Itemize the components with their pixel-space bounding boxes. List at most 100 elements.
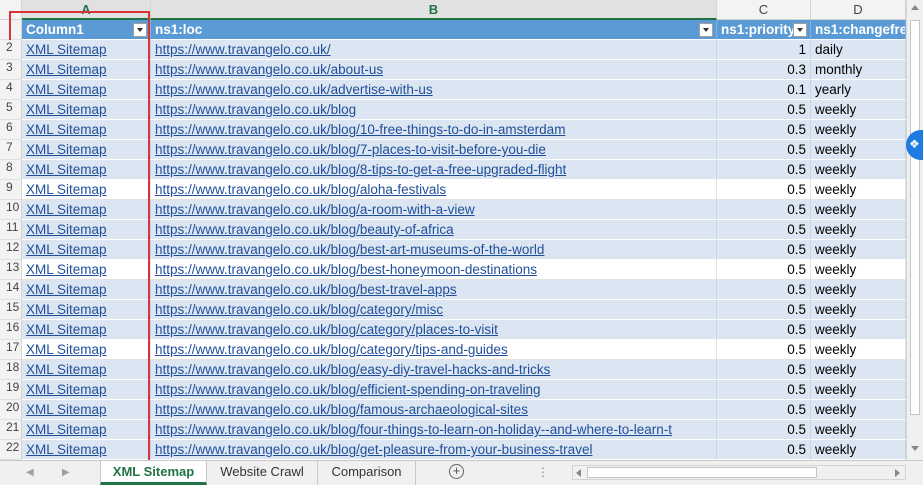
tab-scroll-right-icon[interactable]: ▶ [62,467,72,479]
row-header[interactable]: 15 [0,300,22,320]
row-header[interactable]: 13 [0,260,22,280]
row-header[interactable]: 2 [0,40,22,60]
cell-changefreq[interactable]: weekly [811,280,906,300]
row-header[interactable]: 7 [0,140,22,160]
cell-column1[interactable]: XML Sitemap [22,280,151,300]
cell-changefreq[interactable]: weekly [811,180,906,200]
cell-changefreq[interactable]: weekly [811,260,906,280]
cell-column1[interactable]: XML Sitemap [22,320,151,340]
cell-priority[interactable]: 0.5 [717,300,811,320]
scroll-right-icon[interactable] [895,469,900,477]
cell-priority[interactable]: 0.5 [717,220,811,240]
cell-changefreq[interactable]: weekly [811,320,906,340]
cell-priority[interactable]: 0.5 [717,240,811,260]
select-all-corner[interactable] [0,0,22,20]
cell-column1[interactable]: XML Sitemap [22,160,151,180]
row-header[interactable]: 10 [0,200,22,220]
row-header[interactable]: 16 [0,320,22,340]
sort-filter-icon[interactable] [699,23,713,37]
scroll-down-icon[interactable] [911,446,919,451]
cell-loc-link[interactable]: https://www.travangelo.co.uk/blog/get-pl… [151,440,717,460]
cell-loc-link[interactable]: https://www.travangelo.co.uk/blog/best-t… [151,280,717,300]
cell-column1[interactable]: XML Sitemap [22,120,151,140]
table-header-priority[interactable]: ns1:priority [717,20,811,40]
cell-column1[interactable]: XML Sitemap [22,40,151,60]
cell-changefreq[interactable]: weekly [811,140,906,160]
row-header[interactable]: 6 [0,120,22,140]
cell-loc-link[interactable]: https://www.travangelo.co.uk/blog/best-a… [151,240,717,260]
row-header[interactable]: 3 [0,60,22,80]
cell-column1[interactable]: XML Sitemap [22,300,151,320]
cell-priority[interactable]: 0.1 [717,80,811,100]
cell-column1[interactable]: XML Sitemap [22,80,151,100]
row-header[interactable]: 21 [0,420,22,440]
column-header-d[interactable]: D [811,0,906,20]
column-header-c[interactable]: C [717,0,811,20]
cell-priority[interactable]: 0.5 [717,340,811,360]
cell-changefreq[interactable]: weekly [811,100,906,120]
table-header-column1[interactable]: Column1 [22,20,151,40]
cell-changefreq[interactable]: weekly [811,340,906,360]
cell-loc-link[interactable]: https://www.travangelo.co.uk/advertise-w… [151,80,717,100]
cell-changefreq[interactable]: weekly [811,160,906,180]
scroll-left-icon[interactable] [576,469,581,477]
tabbar-splitter[interactable]: ⋮ [537,465,550,479]
cell-loc-link[interactable]: https://www.travangelo.co.uk/blog/10-fre… [151,120,717,140]
row-header[interactable]: 19 [0,380,22,400]
cell-loc-link[interactable]: https://www.travangelo.co.uk/blog/7-plac… [151,140,717,160]
tab-website-crawl[interactable]: Website Crawl [207,461,318,485]
horizontal-scrollbar[interactable] [572,465,906,480]
horizontal-scroll-thumb[interactable] [587,467,817,478]
cell-column1[interactable]: XML Sitemap [22,220,151,240]
cell-priority[interactable]: 0.5 [717,120,811,140]
row-header[interactable]: 18 [0,360,22,380]
cell-loc-link[interactable]: https://www.travangelo.co.uk/blog/famous… [151,400,717,420]
cell-column1[interactable]: XML Sitemap [22,440,151,460]
cell-changefreq[interactable]: daily [811,40,906,60]
scroll-up-icon[interactable] [911,5,919,10]
cell-column1[interactable]: XML Sitemap [22,400,151,420]
table-header-changefreq[interactable]: ns1:changefre [811,20,906,40]
cell-column1[interactable]: XML Sitemap [22,420,151,440]
row-header[interactable]: 14 [0,280,22,300]
cell-column1[interactable]: XML Sitemap [22,340,151,360]
cell-loc-link[interactable]: https://www.travangelo.co.uk/blog/best-h… [151,260,717,280]
cell-loc-link[interactable]: https://www.travangelo.co.uk/blog/a-room… [151,200,717,220]
row-header[interactable]: 11 [0,220,22,240]
plus-circle-icon[interactable]: + [449,464,464,479]
cell-loc-link[interactable]: https://www.travangelo.co.uk/about-us [151,60,717,80]
cell-loc-link[interactable]: https://www.travangelo.co.uk/blog/aloha-… [151,180,717,200]
cell-priority[interactable]: 0.5 [717,260,811,280]
cell-priority[interactable]: 0.3 [717,60,811,80]
row-header[interactable]: 22 [0,440,22,460]
tab-scroll-left-icon[interactable]: ◀ [26,467,36,479]
cell-loc-link[interactable]: https://www.travangelo.co.uk/blog/four-t… [151,420,717,440]
cell-changefreq[interactable]: weekly [811,440,906,460]
cell-column1[interactable]: XML Sitemap [22,60,151,80]
cell-column1[interactable]: XML Sitemap [22,180,151,200]
column-header-b[interactable]: B [151,0,717,20]
row-header[interactable]: 8 [0,160,22,180]
cell-column1[interactable]: XML Sitemap [22,240,151,260]
cell-priority[interactable]: 0.5 [717,360,811,380]
cell-priority[interactable]: 0.5 [717,140,811,160]
cell-column1[interactable]: XML Sitemap [22,200,151,220]
cell-loc-link[interactable]: https://www.travangelo.co.uk/blog/catego… [151,300,717,320]
cell-column1[interactable]: XML Sitemap [22,260,151,280]
tab-xml-sitemap[interactable]: XML Sitemap [100,461,207,485]
cell-priority[interactable]: 0.5 [717,320,811,340]
cell-loc-link[interactable]: https://www.travangelo.co.uk/blog/catego… [151,340,717,360]
vertical-scroll-thumb[interactable] [910,20,920,415]
tab-comparison[interactable]: Comparison [318,461,416,485]
filter-dropdown-icon[interactable] [793,23,807,37]
column-header-a[interactable]: A [22,0,151,20]
cell-loc-link[interactable]: https://www.travangelo.co.uk/blog/beauty… [151,220,717,240]
cell-changefreq[interactable]: weekly [811,400,906,420]
row-header[interactable]: 9 [0,180,22,200]
cell-priority[interactable]: 0.5 [717,400,811,420]
vertical-scrollbar[interactable] [906,0,923,460]
row-header[interactable]: 17 [0,340,22,360]
cell-loc-link[interactable]: https://www.travangelo.co.uk/blog/catego… [151,320,717,340]
cell-changefreq[interactable]: weekly [811,200,906,220]
cell-priority[interactable]: 0.5 [717,280,811,300]
